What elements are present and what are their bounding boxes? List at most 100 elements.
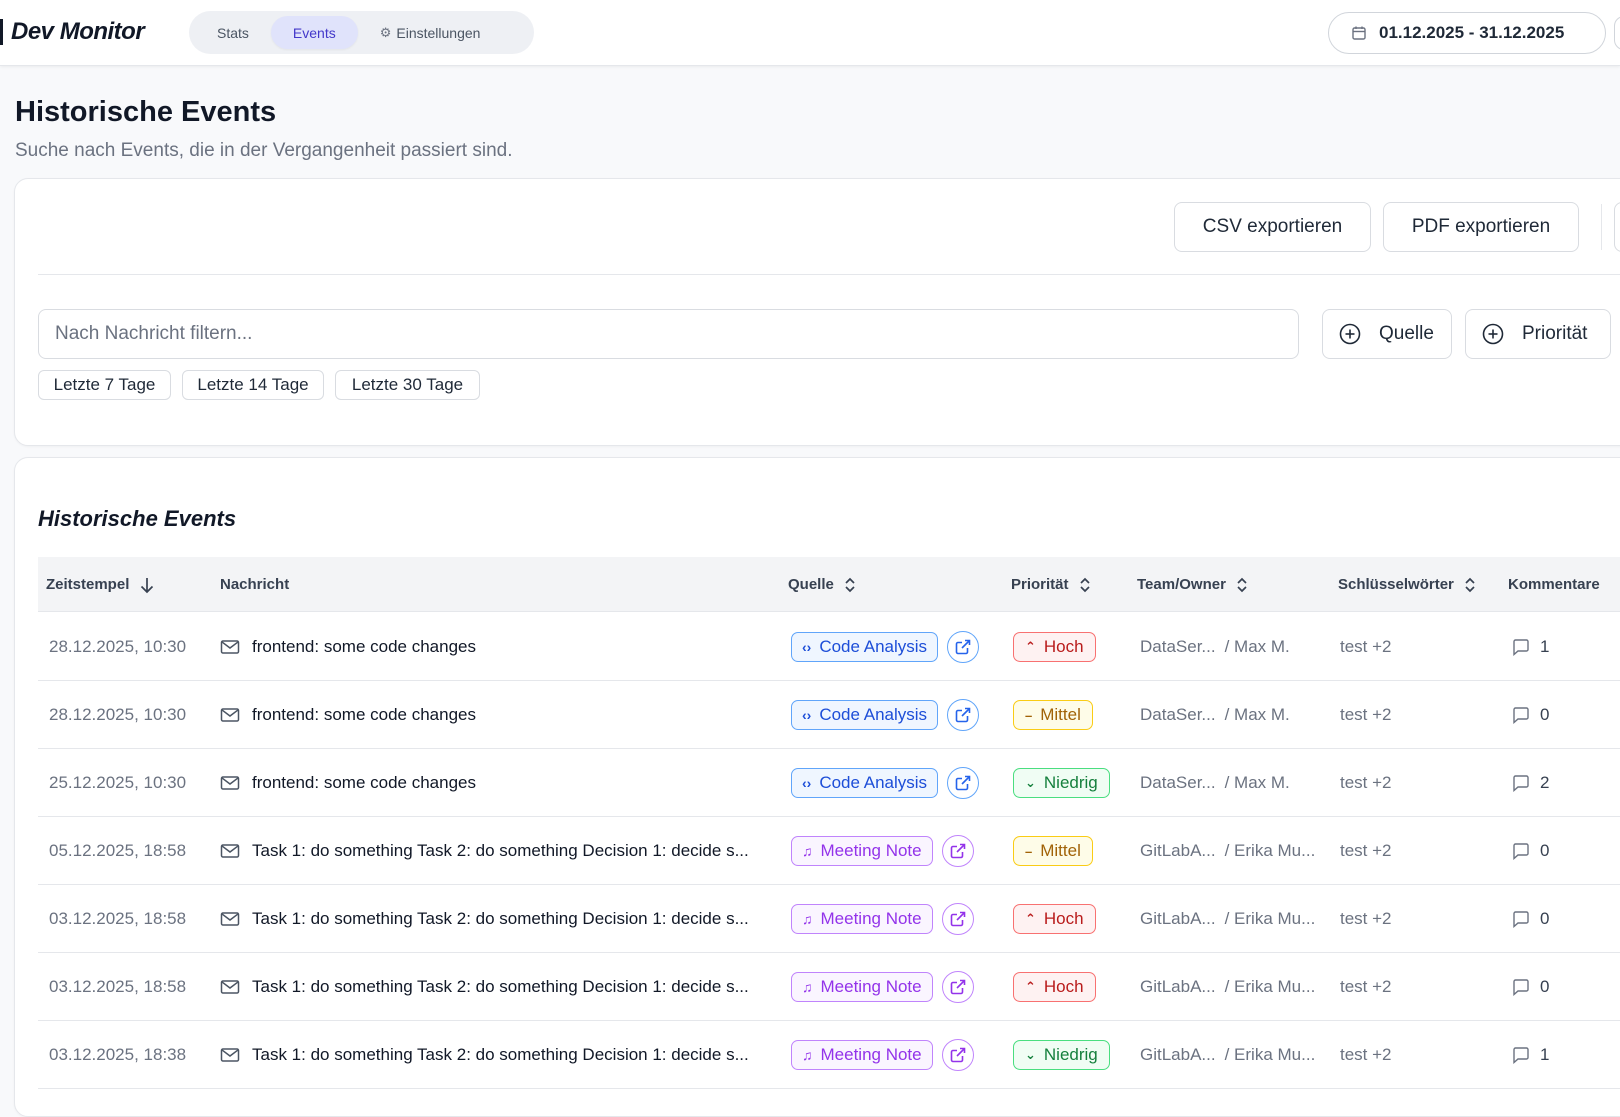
- owner-name: / Max M.: [1224, 637, 1290, 656]
- comment-icon: [1513, 1047, 1529, 1064]
- main-nav: Stats Events ⚙ Einstellungen: [189, 11, 534, 54]
- meeting-icon: ♫: [802, 911, 813, 927]
- comment-icon: [1513, 843, 1529, 860]
- message-cell: Task 1: do something Task 2: do somethin…: [220, 817, 749, 885]
- source-label: Code Analysis: [819, 637, 928, 656]
- column-header-message: Nachricht: [220, 557, 289, 612]
- column-label: Priorität: [1011, 576, 1069, 593]
- source-cell: ♫ Meeting Note: [791, 1021, 974, 1089]
- owner-name: / Erika Mu...: [1224, 1045, 1316, 1064]
- priority-label: Hoch: [1043, 637, 1084, 656]
- priority-label: Mittel: [1040, 705, 1081, 724]
- app-title: Dev Monitor: [11, 18, 145, 45]
- column-header-priority[interactable]: Priorität: [1011, 557, 1091, 612]
- message-filter-input[interactable]: [38, 309, 1299, 359]
- team-cell: DataSer... / Max M.: [1140, 613, 1290, 681]
- open-external-button[interactable]: [941, 971, 974, 1003]
- open-external-button[interactable]: [947, 631, 980, 663]
- timestamp-cell: 03.12.2025, 18:38: [49, 1021, 186, 1089]
- comments-cell[interactable]: 1: [1512, 613, 1549, 681]
- table-row[interactable]: 03.12.2025, 18:38 Task 1: do something T…: [38, 1021, 1620, 1089]
- nav-tab-stats[interactable]: Stats: [195, 16, 271, 49]
- pdf-export-button[interactable]: PDF exportieren: [1383, 202, 1579, 252]
- open-external-button[interactable]: [941, 1039, 974, 1071]
- keywords-cell: test +2: [1340, 681, 1392, 749]
- owner-name: / Erika Mu...: [1224, 977, 1316, 996]
- comments-cell[interactable]: 0: [1512, 885, 1549, 953]
- code-icon: ‹›: [802, 639, 812, 655]
- timestamp: 03.12.2025, 18:38: [49, 1045, 187, 1064]
- open-external-button[interactable]: [947, 699, 980, 731]
- nav-tab-label: Einstellungen: [396, 24, 481, 41]
- nav-tab-label: Events: [292, 24, 336, 41]
- keywords: test +2: [1340, 705, 1392, 724]
- date-range-label: 01.12.2025 - 31.12.2025: [1379, 23, 1565, 42]
- priority-cell: ⌃ Hoch: [1013, 953, 1096, 1021]
- date-range-picker[interactable]: 01.12.2025 - 31.12.2025: [1328, 12, 1606, 54]
- nav-tab-events[interactable]: Events: [270, 16, 358, 49]
- message-text: Task 1: do something Task 2: do somethin…: [252, 841, 749, 860]
- open-external-button[interactable]: [941, 835, 974, 867]
- source-badge: ♫ Meeting Note: [791, 1040, 933, 1070]
- csv-export-button[interactable]: CSV exportieren: [1174, 202, 1371, 252]
- team-cell: GitLabA... / Erika Mu...: [1140, 885, 1315, 953]
- table-row[interactable]: 03.12.2025, 18:58 Task 1: do something T…: [38, 885, 1620, 953]
- brand[interactable]: Dev Monitor: [0, 15, 145, 49]
- brand-accent-bar: [0, 19, 3, 45]
- message-cell: Task 1: do something Task 2: do somethin…: [220, 1021, 749, 1089]
- timestamp: 05.12.2025, 18:58: [49, 841, 187, 860]
- quick-range-7-days[interactable]: Letzte 7 Tage: [38, 370, 171, 400]
- team-cell: GitLabA... / Erika Mu...: [1140, 1021, 1315, 1089]
- more-actions-button[interactable]: [1614, 202, 1620, 252]
- open-external-button[interactable]: [941, 903, 974, 935]
- team-name: DataSer...: [1140, 705, 1216, 724]
- sort-icon: [1237, 577, 1247, 592]
- quick-range-14-days[interactable]: Letzte 14 Tage: [182, 370, 324, 400]
- keywords: test +2: [1340, 637, 1392, 656]
- meeting-icon: ♫: [802, 979, 813, 995]
- mail-icon: [220, 844, 240, 858]
- keywords: test +2: [1340, 977, 1392, 996]
- table-title: Historische Events: [38, 506, 237, 531]
- timestamp-cell: 03.12.2025, 18:58: [49, 885, 186, 953]
- comments-cell[interactable]: 0: [1512, 681, 1549, 749]
- source-badge: ‹› Code Analysis: [791, 632, 939, 662]
- comments-cell[interactable]: 0: [1512, 953, 1549, 1021]
- source-cell: ♫ Meeting Note: [791, 953, 974, 1021]
- keywords-cell: test +2: [1340, 613, 1392, 681]
- user-menu-button[interactable]: [1614, 16, 1620, 50]
- column-header-timestamp[interactable]: Zeitstempel: [46, 557, 155, 612]
- message-text: frontend: some code changes: [252, 637, 476, 656]
- sort-icon: [1079, 577, 1090, 592]
- source-filter-button[interactable]: Quelle: [1322, 309, 1452, 359]
- owner-name: / Max M.: [1224, 705, 1290, 724]
- minus-icon: –: [1025, 707, 1033, 723]
- open-external-button[interactable]: [947, 767, 980, 799]
- column-header-source[interactable]: Quelle: [788, 557, 856, 612]
- table-row[interactable]: 03.12.2025, 18:58 Task 1: do something T…: [38, 953, 1620, 1021]
- table-row[interactable]: 28.12.2025, 10:30 frontend: some code ch…: [38, 681, 1620, 749]
- chevrons-down-icon: ⌄: [1025, 775, 1036, 790]
- column-header-keywords[interactable]: Schlüsselwörter: [1338, 557, 1476, 612]
- table-row[interactable]: 25.12.2025, 10:30 frontend: some code ch…: [38, 749, 1620, 817]
- sort-icon: [1465, 577, 1475, 592]
- table-row[interactable]: 05.12.2025, 18:58 Task 1: do something T…: [38, 817, 1620, 885]
- quick-range-30-days[interactable]: Letzte 30 Tage: [335, 370, 480, 400]
- priority-badge: ⌃ Hoch: [1013, 632, 1096, 662]
- message-cell: Task 1: do something Task 2: do somethin…: [220, 953, 749, 1021]
- priority-filter-button[interactable]: Priorität: [1465, 309, 1611, 359]
- table-row[interactable]: 28.12.2025, 10:30 frontend: some code ch…: [38, 613, 1620, 681]
- timestamp: 28.12.2025, 10:30: [49, 705, 187, 724]
- nav-tab-settings[interactable]: ⚙ Einstellungen: [358, 16, 503, 49]
- priority-badge: ⌄ Niedrig: [1013, 1040, 1110, 1070]
- message-cell: frontend: some code changes: [220, 681, 476, 749]
- source-label: Meeting Note: [820, 1045, 922, 1064]
- comments-cell[interactable]: 2: [1512, 749, 1549, 817]
- source-label: Meeting Note: [820, 977, 922, 996]
- comments-cell[interactable]: 1: [1512, 1021, 1549, 1089]
- external-link-icon: [950, 1047, 965, 1063]
- code-icon: ‹›: [802, 707, 812, 723]
- column-header-team[interactable]: Team/Owner: [1137, 557, 1248, 612]
- comments-cell[interactable]: 0: [1512, 817, 1549, 885]
- source-cell: ‹› Code Analysis: [791, 749, 980, 817]
